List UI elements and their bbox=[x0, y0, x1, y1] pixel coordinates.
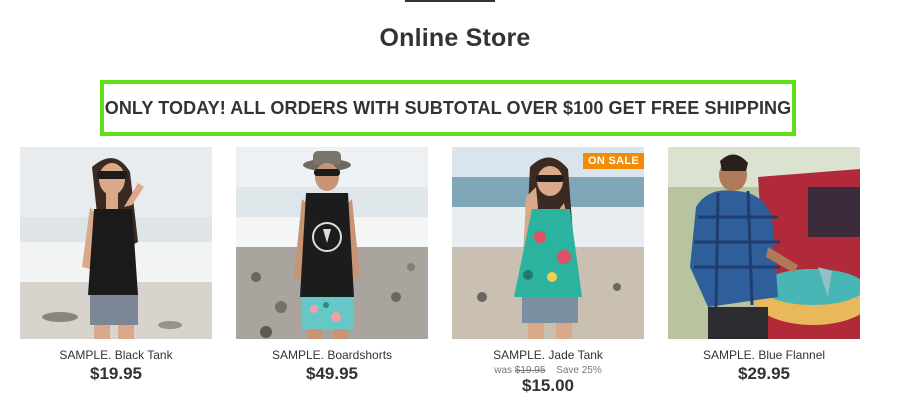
product-name[interactable]: SAMPLE. Blue Flannel bbox=[668, 348, 860, 362]
product-price: $49.95 bbox=[306, 364, 358, 383]
product-image-boardshorts[interactable] bbox=[236, 147, 428, 339]
was-label: was bbox=[494, 365, 513, 376]
product-card-jade-tank[interactable]: ON SALE SAMPLE. Jade Tank was $19.95 Sav… bbox=[452, 147, 644, 396]
sale-details: was $19.95 Save 25% bbox=[452, 365, 644, 376]
product-image-jade-tank[interactable]: ON SALE bbox=[452, 147, 644, 339]
product-name[interactable]: SAMPLE. Jade Tank bbox=[452, 348, 644, 362]
product-image-blue-flannel[interactable] bbox=[668, 147, 860, 339]
product-card-black-tank[interactable]: SAMPLE. Black Tank $19.95 bbox=[20, 147, 212, 384]
original-price: $19.95 bbox=[514, 365, 546, 376]
save-percent: Save 25% bbox=[556, 365, 602, 376]
promo-banner: ONLY TODAY! ALL ORDERS WITH SUBTOTAL OVE… bbox=[100, 80, 796, 136]
on-sale-badge: ON SALE bbox=[583, 153, 644, 169]
product-name[interactable]: SAMPLE. Boardshorts bbox=[236, 348, 428, 362]
product-image-black-tank[interactable] bbox=[20, 147, 212, 339]
promo-banner-text: ONLY TODAY! ALL ORDERS WITH SUBTOTAL OVE… bbox=[104, 97, 792, 118]
product-card-boardshorts[interactable]: SAMPLE. Boardshorts $49.95 bbox=[236, 147, 428, 384]
product-card-blue-flannel[interactable]: SAMPLE. Blue Flannel $29.95 bbox=[668, 147, 860, 384]
product-price: $29.95 bbox=[738, 364, 790, 383]
product-sale-price: $15.00 bbox=[522, 376, 574, 395]
page-title: Online Store bbox=[379, 24, 531, 52]
header-divider bbox=[405, 0, 495, 2]
product-price: $19.95 bbox=[90, 364, 142, 383]
product-name[interactable]: SAMPLE. Black Tank bbox=[20, 348, 212, 362]
